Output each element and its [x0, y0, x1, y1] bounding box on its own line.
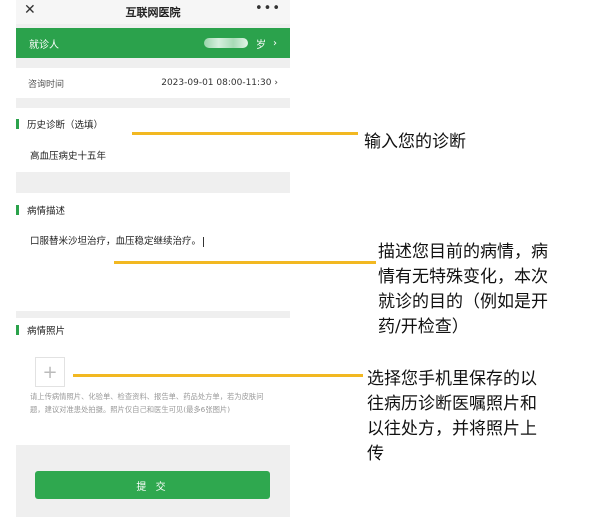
photo-note-line: 传 — [367, 444, 384, 464]
diagnosis-pointer-line — [132, 132, 358, 135]
description-section: 病情描述 口服替米沙坦治疗，血压稳定继续治疗。 — [16, 193, 290, 311]
description-note-line: 药/开检查） — [378, 317, 469, 337]
patient-name-blurred — [204, 38, 248, 48]
close-icon[interactable]: ✕ — [24, 2, 36, 18]
description-input[interactable]: 口服替米沙坦治疗，血压稳定继续治疗。 — [30, 233, 205, 247]
description-pointer-line — [114, 261, 376, 264]
section-accent-bar — [16, 205, 19, 215]
photo-note: 选择您手机里保存的以 往病历诊断医嘱照片和 以往处方，并将照片上 传 — [367, 367, 537, 467]
consult-time-row[interactable]: 咨询时间 2023-09-01 08:00-11:30 › — [16, 68, 290, 98]
more-options-icon[interactable]: ••• — [255, 1, 281, 16]
photo-note-line: 往病历诊断医嘱照片和 — [367, 394, 537, 414]
chevron-right-icon: › — [274, 78, 278, 88]
photo-pointer-line — [73, 374, 363, 377]
photo-note-line: 选择您手机里保存的以 — [367, 369, 537, 389]
history-diagnosis-input[interactable]: 高血压病史十五年 — [30, 148, 106, 162]
description-note-line: 情有无特殊变化，本次 — [378, 267, 548, 287]
patient-age-suffix: 岁 — [256, 39, 266, 51]
section-accent-bar — [16, 119, 19, 129]
photo-upload-hint: 请上传病情照片、化验单、检查资料、报告单、药品处方单，若为皮肤问题，建议对准患处… — [30, 392, 264, 414]
patient-selector[interactable]: 就诊人 岁 › — [16, 28, 290, 58]
history-heading-text: 历史诊断（选填） — [27, 120, 104, 131]
section-accent-bar — [16, 325, 19, 335]
description-note-line: 描述您目前的病情，病 — [378, 242, 548, 262]
consult-time-label: 咨询时间 — [28, 79, 65, 90]
submit-button[interactable]: 提 交 — [35, 471, 270, 499]
add-photo-button[interactable]: + — [35, 357, 65, 387]
photo-note-line: 以往处方，并将照片上 — [367, 419, 537, 439]
photos-heading-text: 病情照片 — [27, 326, 66, 337]
patient-label: 就诊人 — [29, 39, 59, 51]
diagnosis-note: 输入您的诊断 — [364, 132, 466, 152]
plus-icon: + — [42, 361, 58, 383]
app-title: 互联网医院 — [125, 6, 181, 19]
text-cursor — [203, 236, 205, 247]
description-note-line: 就诊的目的（例如是开 — [378, 292, 548, 312]
description-heading-text: 病情描述 — [27, 206, 66, 217]
chevron-right-icon: › — [273, 37, 277, 49]
mobile-screen: ✕ 互联网医院 ••• 就诊人 岁 › 咨询时间 2023-09-01 08:0… — [16, 0, 290, 517]
title-bar: ✕ 互联网医院 ••• — [16, 0, 290, 24]
history-diagnosis-section: 历史诊断（选填） 高血压病史十五年 — [16, 108, 290, 172]
description-note: 描述您目前的病情，病 情有无特殊变化，本次 就诊的目的（例如是开 药/开检查） — [378, 240, 548, 340]
consult-time-value: 2023-09-01 08:00-11:30 › — [161, 78, 278, 88]
